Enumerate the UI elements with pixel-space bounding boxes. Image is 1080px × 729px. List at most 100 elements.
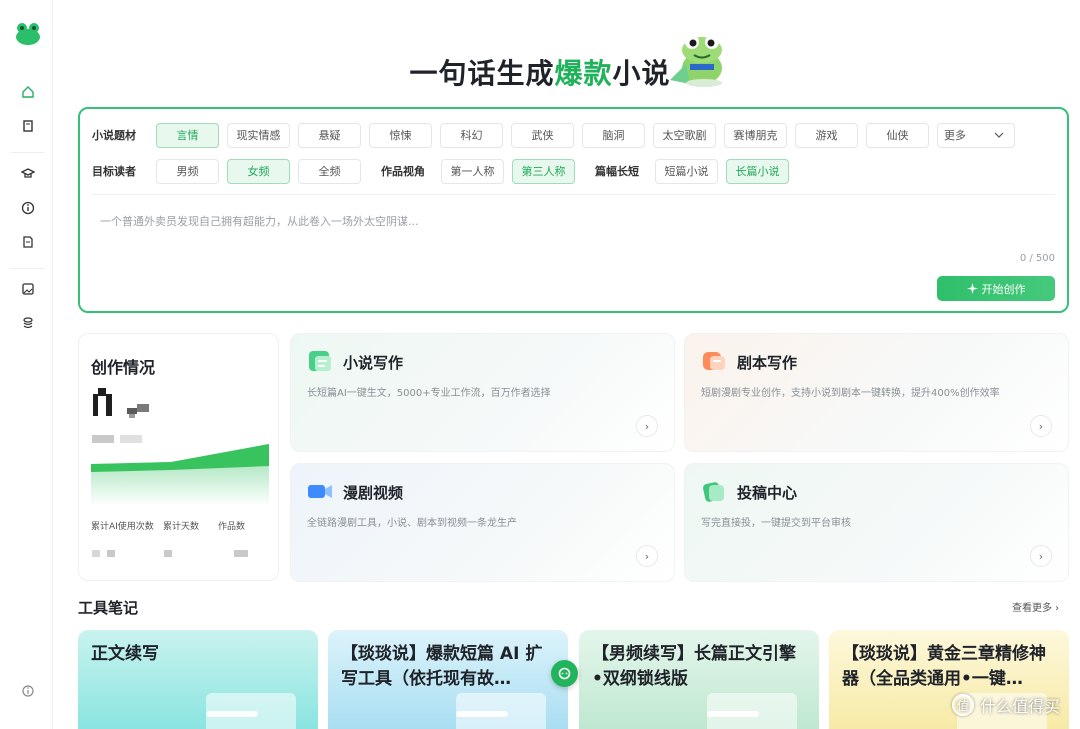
chevron-right-icon[interactable]: › (1030, 415, 1052, 437)
redacted-value (234, 550, 248, 557)
start-label: 开始创作 (981, 282, 1026, 296)
prompt-panel: 小说题材 言情 现实情感 悬疑 惊悚 科幻 武侠 脑洞 太空歌剧 赛博朋克 游戏… (78, 107, 1069, 313)
card-decoration (206, 711, 258, 717)
chip-genre[interactable]: 太空歌剧 (653, 122, 716, 148)
redacted-text (92, 435, 114, 443)
chip-genre[interactable]: 赛博朋克 (724, 122, 787, 148)
submit-icon (703, 482, 724, 502)
genre-row: 小说题材 言情 现实情感 悬疑 惊悚 科幻 武侠 脑洞 太空歌剧 赛博朋克 游戏… (92, 122, 1023, 148)
book-icon[interactable] (19, 117, 37, 135)
info-circle-icon[interactable] (19, 682, 37, 700)
script-icon (703, 352, 725, 370)
chip-genre[interactable]: 游戏 (795, 122, 858, 148)
start-create-button[interactable]: 开始创作 (937, 276, 1055, 301)
section-title: 工具笔记 (78, 599, 139, 617)
pov-label: 作品视角 (381, 165, 425, 178)
length-label: 篇幅长短 (595, 165, 639, 178)
graduation-cap-icon[interactable] (19, 164, 37, 182)
stat-label: 累计天数 (163, 522, 200, 532)
chip-genre[interactable]: 脑洞 (582, 122, 645, 148)
chip-genre[interactable]: 惊悚 (369, 122, 432, 148)
title-highlight: 爆款 (554, 57, 613, 90)
tool-note-title: 正文续写 (91, 644, 159, 664)
char-counter: 0 / 500 (1019, 253, 1055, 264)
redacted-value (164, 550, 172, 557)
chip-genre[interactable]: 悬疑 (298, 122, 361, 148)
sidebar (0, 0, 53, 729)
feature-title: 剧本写作 (737, 354, 798, 372)
rail-divider (10, 152, 44, 153)
chip-reader[interactable]: 男频 (156, 158, 219, 184)
stat-label: 作品数 (218, 522, 246, 532)
image-edit-icon[interactable] (19, 280, 37, 298)
chevron-right-icon[interactable]: › (636, 415, 658, 437)
coin-stack-icon[interactable] (19, 314, 37, 332)
chip-genre-yanqing[interactable]: 言情 (156, 122, 219, 148)
chip-reader-selected[interactable]: 女频 (227, 158, 290, 184)
feature-card-video[interactable]: 漫剧视频 全链路漫剧工具，小说、剧本到视频一条龙生产 › (290, 463, 675, 582)
see-more-label: 查看更多 (1012, 603, 1052, 614)
feature-desc: 短剧漫剧专业创作，支持小说到剧本一键转换，提升400%创作效率 (701, 388, 1000, 399)
reader-label: 目标读者 (92, 165, 136, 178)
more-label: 更多 (944, 129, 966, 142)
rail-divider (10, 268, 44, 269)
video-icon (308, 485, 332, 498)
chip-genre[interactable]: 现实情感 (227, 122, 290, 148)
prompt-input[interactable]: 一个普通外卖员发现自己拥有超能力，从此卷入一场外太空阴谋... (100, 213, 419, 229)
chevron-right-icon[interactable]: › (1030, 545, 1052, 567)
tool-note-card[interactable]: 【琰琰说】爆款短篇 AI 扩写工具（依托现有故… (328, 630, 568, 729)
see-more-link[interactable]: 查看更多 › (1012, 599, 1059, 614)
title-part: 小说 (612, 57, 671, 90)
redacted-value (93, 388, 149, 418)
watermark-logo: 值 (952, 694, 974, 716)
chip-length-selected[interactable]: 长篇小说 (726, 158, 789, 184)
redacted-value (92, 550, 100, 557)
novel-icon (309, 351, 331, 371)
chip-genre[interactable]: 仙侠 (866, 122, 929, 148)
feature-desc: 写完直接投，一键提交到平台审核 (701, 518, 851, 529)
redacted-value (107, 550, 115, 557)
genre-label: 小说题材 (92, 129, 136, 142)
tool-note-card[interactable]: 【男频续写】长篇正文引擎•双纲锁线版 (579, 630, 819, 729)
chat-support-button[interactable] (551, 660, 578, 687)
chip-genre[interactable]: 武侠 (511, 122, 574, 148)
stat-label: 累计AI使用次数 (91, 522, 154, 532)
feature-desc: 长短篇AI一键生文，5000+专业工作流，百万作者选择 (307, 388, 551, 399)
feature-card-novel[interactable]: 小说写作 长短篇AI一键生文，5000+专业工作流，百万作者选择 › (290, 333, 675, 452)
feature-title: 小说写作 (343, 354, 404, 372)
feature-card-script[interactable]: 剧本写作 短剧漫剧专业创作，支持小说到剧本一键转换，提升400%创作效率 › (684, 333, 1069, 452)
sparkle-icon (966, 283, 978, 294)
document-icon[interactable] (19, 233, 37, 251)
tool-note-card[interactable]: 正文续写 (78, 630, 318, 729)
card-decoration (707, 711, 759, 717)
tool-note-title: 【琰琰说】黄金三章精修神器（全品类通用•一键… (842, 644, 1046, 689)
stats-title: 创作情况 (91, 358, 156, 377)
more-genres-dropdown[interactable]: 更多 (937, 122, 1015, 148)
chip-reader[interactable]: 全频 (298, 158, 361, 184)
feature-title: 漫剧视频 (343, 484, 404, 502)
tool-note-title: 【男频续写】长篇正文引擎•双纲锁线版 (592, 644, 796, 689)
info-icon[interactable] (19, 199, 37, 217)
feature-desc: 全链路漫剧工具，小说、剧本到视频一条龙生产 (307, 518, 517, 529)
activity-area-chart (91, 444, 269, 504)
card-decoration (456, 711, 508, 717)
prompt-divider (92, 194, 1055, 195)
title-part: 一句话生成 (409, 57, 555, 90)
chip-pov-selected[interactable]: 第三人称 (512, 158, 575, 184)
feature-title: 投稿中心 (737, 484, 798, 502)
watermark: 值 什么值得买 (952, 693, 1060, 717)
feature-card-submit[interactable]: 投稿中心 写完直接投，一键提交到平台审核 › (684, 463, 1069, 582)
chevron-down-icon (994, 132, 1004, 138)
chip-genre[interactable]: 科幻 (440, 122, 503, 148)
chevron-right-icon[interactable]: › (636, 545, 658, 567)
watermark-text: 什么值得买 (980, 697, 1061, 716)
tool-note-title: 【琰琰说】爆款短篇 AI 扩写工具（依托现有故… (341, 644, 543, 689)
chip-pov[interactable]: 第一人称 (441, 158, 504, 184)
frog-logo[interactable] (15, 22, 41, 46)
creation-stats-card: 创作情况 累计AI使用次数 累计天数 作品数 (78, 333, 279, 581)
chip-length[interactable]: 短篇小说 (655, 158, 718, 184)
redacted-text (120, 435, 142, 443)
page-title: 一句话生成爆款小说 (0, 52, 1080, 92)
frog-mascot (664, 28, 734, 88)
reader-row: 目标读者 男频 女频 全频 作品视角 第一人称 第三人称 篇幅长短 短篇小说 长… (92, 158, 797, 184)
